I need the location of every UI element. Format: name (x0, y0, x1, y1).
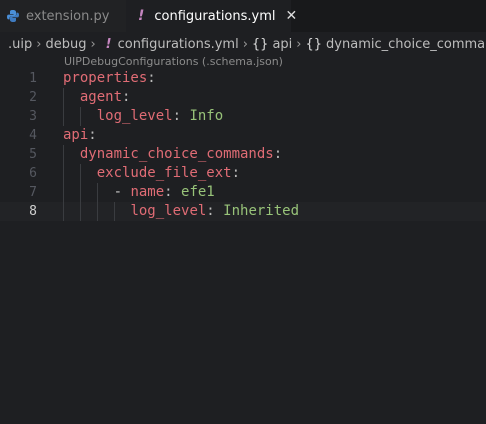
indent-guide (63, 202, 64, 221)
breadcrumb-item-debug[interactable]: debug (45, 37, 86, 52)
yaml-key: agent (79, 89, 123, 105)
code-text: dynamic_choice_commands: (80, 145, 282, 164)
code-editor[interactable]: 1 properties: 2 agent: 3 log_level: Info 4 api:… (0, 69, 486, 221)
line-number: 3 (29, 109, 37, 124)
line-number: 6 (29, 166, 37, 181)
chevron-right-icon: › (36, 36, 42, 52)
code-line[interactable]: 5 dynamic_choice_commands: (0, 145, 486, 164)
close-icon[interactable]: ✕ (286, 8, 298, 24)
breadcrumb-item-api[interactable]: api (272, 37, 292, 52)
code-text: agent: (80, 88, 131, 107)
code-text: exclude_file_ext: (97, 164, 240, 183)
code-line[interactable]: 1 properties: (0, 69, 486, 88)
breadcrumb-item-file[interactable]: configurations.yml (118, 37, 239, 52)
indent-guide (63, 183, 64, 202)
yaml-key: log_level (130, 203, 207, 219)
line-number: 5 (29, 147, 37, 162)
object-icon: {} (305, 36, 323, 52)
schema-hint[interactable]: UIPDebugConfigurations (.schema.json) (64, 55, 283, 68)
yaml-colon: : (122, 89, 131, 105)
yaml-key: log_level (96, 108, 173, 124)
tab-configurations-yml[interactable]: ! configurations.yml ✕ (126, 0, 297, 32)
indent-guide (63, 145, 64, 164)
yaml-key: dynamic_choice_commands (79, 146, 274, 162)
object-icon: {} (251, 36, 269, 52)
line-number: 2 (29, 90, 37, 105)
code-text: properties: (63, 69, 156, 88)
yaml-colon: : (164, 184, 173, 200)
yaml-key: properties (63, 70, 148, 86)
line-number: 7 (29, 185, 37, 200)
breadcrumb: .uip › debug › ! configurations.yml › {}… (0, 33, 486, 55)
code-line[interactable]: 6 exclude_file_ext: (0, 164, 486, 183)
tab-label: extension.py (26, 8, 110, 24)
yaml-value: efe1 (172, 184, 215, 200)
indent-guide (96, 202, 98, 221)
code-text: api: (63, 126, 97, 145)
yaml-key: api (63, 127, 89, 143)
indent-guide (79, 164, 81, 183)
yaml-icon: ! (105, 36, 112, 52)
code-text: log_level: Info (97, 107, 223, 126)
indent-guide (63, 107, 64, 126)
chevron-right-icon: › (296, 36, 302, 52)
code-line[interactable]: 3 log_level: Info (0, 107, 486, 126)
yaml-colon: : (273, 146, 283, 162)
code-line[interactable]: 8 log_level: Inherited (0, 202, 486, 221)
breadcrumb-item-uip[interactable]: .uip (8, 37, 32, 52)
yaml-value: Inherited (214, 203, 300, 219)
yaml-icon: ! (138, 8, 145, 24)
yaml-colon: : (172, 108, 182, 124)
code-line[interactable]: 4 api: (0, 126, 486, 145)
yaml-colon: : (88, 127, 97, 143)
indent-guide (113, 202, 115, 221)
line-number: 4 (29, 128, 37, 143)
chevron-right-icon: › (90, 36, 96, 52)
yaml-colon: : (147, 70, 156, 86)
indent-guide (63, 88, 64, 107)
indent-guide (63, 164, 64, 183)
code-line[interactable]: 7 - name: efe1 (0, 183, 486, 202)
yaml-key: name (130, 184, 165, 200)
code-line[interactable]: 2 agent: (0, 88, 486, 107)
breadcrumb-item-dynamic-choice-commands[interactable]: dynamic_choice_commands (326, 37, 486, 52)
tab-label: configurations.yml (154, 8, 276, 24)
line-number: 8 (29, 204, 37, 219)
tab-bar: extension.py ! configurations.yml ✕ (0, 0, 486, 32)
indent-guide (79, 202, 81, 221)
line-number: 1 (29, 71, 37, 86)
tab-extension-py[interactable]: extension.py (0, 0, 126, 32)
yaml-dash: - (113, 184, 131, 200)
indent-guide (96, 183, 98, 202)
code-text: - name: efe1 (114, 183, 215, 202)
python-icon (6, 9, 20, 23)
yaml-value: Info (181, 108, 224, 124)
indent-guide (79, 107, 81, 126)
indent-guide (79, 183, 81, 202)
yaml-colon: : (206, 203, 215, 219)
chevron-right-icon: › (242, 36, 248, 52)
yaml-colon: : (231, 165, 241, 181)
yaml-key: exclude_file_ext (96, 165, 232, 181)
code-text: log_level: Inherited (130, 202, 299, 221)
